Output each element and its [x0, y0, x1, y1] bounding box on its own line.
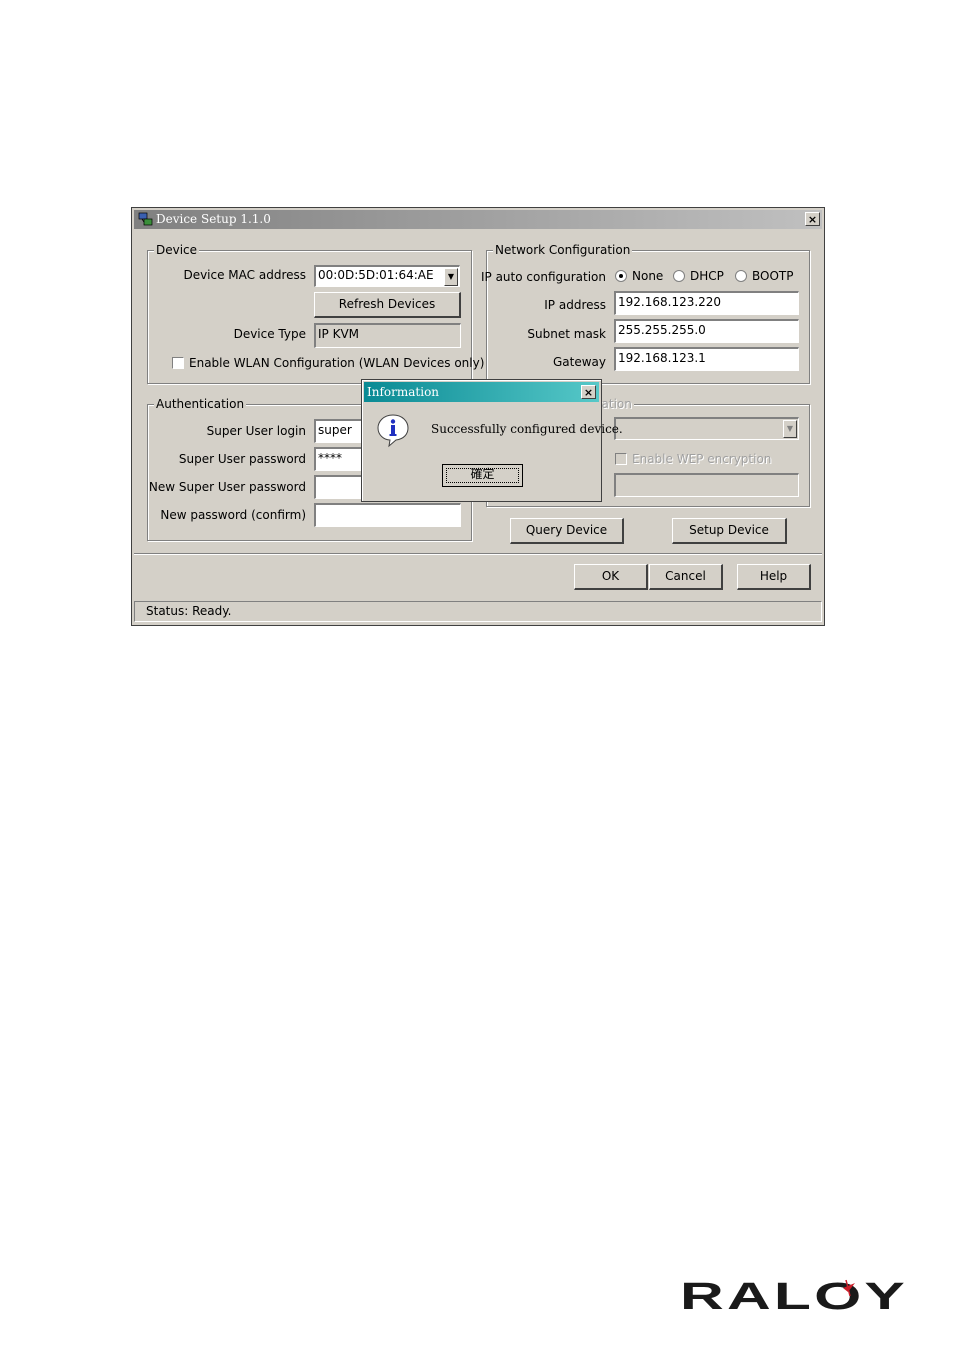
- wep-checkbox: [615, 453, 627, 465]
- radio-none[interactable]: [615, 270, 627, 282]
- dialog-title: Information: [367, 385, 440, 399]
- confirm-password-input[interactable]: [314, 503, 461, 527]
- raloy-logo-wordmark: RALOY: [680, 1276, 908, 1318]
- help-button[interactable]: Help: [737, 564, 811, 590]
- subnet-mask-input[interactable]: 255.255.255.0: [614, 319, 799, 343]
- super-user-password-label: Super User password: [178, 452, 306, 466]
- mac-address-dropdown[interactable]: 00:0D:5D:01:64:AE ▼: [314, 265, 460, 287]
- dialog-ok-button[interactable]: 確定: [442, 464, 523, 487]
- refresh-devices-button[interactable]: Refresh Devices: [314, 292, 461, 318]
- radio-bootp[interactable]: [735, 270, 747, 282]
- ip-address-label: IP address: [544, 298, 606, 312]
- network-config-legend: Network Configuration: [493, 243, 633, 257]
- information-dialog: Information × Successfully configured de…: [361, 379, 623, 502]
- dialog-titlebar[interactable]: Information ×: [364, 382, 599, 402]
- subnet-mask-label: Subnet mask: [527, 327, 606, 341]
- ip-auto-config-label: IP auto configuration: [480, 270, 606, 284]
- ok-button[interactable]: OK: [574, 564, 648, 590]
- chevron-down-icon: ▼: [783, 420, 797, 438]
- status-bar: Status: Ready.: [134, 601, 822, 622]
- ssid-dropdown: ▼: [614, 417, 799, 440]
- window-titlebar[interactable]: Device Setup 1.1.0 ×: [134, 210, 822, 229]
- dialog-ok-label: 確定: [470, 467, 495, 481]
- wlan-config-label: Enable WLAN Configuration (WLAN Devices …: [189, 356, 485, 370]
- device-group-legend: Device: [154, 243, 200, 257]
- close-button[interactable]: ×: [805, 212, 820, 226]
- device-type-label: Device Type: [233, 327, 306, 341]
- super-user-login-label: Super User login: [206, 424, 306, 438]
- wlan-config-checkbox[interactable]: [172, 357, 184, 369]
- ip-address-input[interactable]: 192.168.123.220: [614, 291, 799, 315]
- dialog-message: Successfully configured device.: [431, 422, 623, 436]
- confirm-password-label: New password (confirm): [160, 508, 306, 522]
- raloy-logo: RALOY: [680, 1276, 910, 1318]
- mac-address-label: Device MAC address: [183, 268, 306, 282]
- gateway-label: Gateway: [552, 355, 606, 369]
- footer-separator: [134, 553, 822, 555]
- logo-text: RALOY: [680, 1278, 908, 1314]
- device-type-field: IP KVM: [314, 323, 461, 348]
- dialog-close-button[interactable]: ×: [581, 385, 596, 399]
- chevron-down-icon[interactable]: ▼: [444, 268, 458, 286]
- authentication-legend: Authentication: [154, 397, 247, 411]
- setup-device-button[interactable]: Setup Device: [672, 518, 787, 544]
- network-computer-icon: [138, 212, 153, 226]
- wep-label: Enable WEP encryption: [632, 452, 772, 466]
- radio-none-label: None: [632, 269, 664, 283]
- window-title: Device Setup 1.1.0: [156, 212, 271, 226]
- radio-bootp-label: BOOTP: [752, 269, 794, 283]
- info-icon: [377, 414, 409, 448]
- radio-dhcp-label: DHCP: [690, 269, 724, 283]
- radio-dhcp[interactable]: [673, 270, 685, 282]
- query-device-button[interactable]: Query Device: [510, 518, 624, 544]
- gateway-input[interactable]: 192.168.123.1: [614, 347, 799, 371]
- new-password-label: New Super User password: [148, 480, 306, 494]
- cancel-button[interactable]: Cancel: [649, 564, 723, 590]
- wep-key-input: [614, 473, 799, 497]
- mac-address-value: 00:0D:5D:01:64:AE: [318, 268, 434, 282]
